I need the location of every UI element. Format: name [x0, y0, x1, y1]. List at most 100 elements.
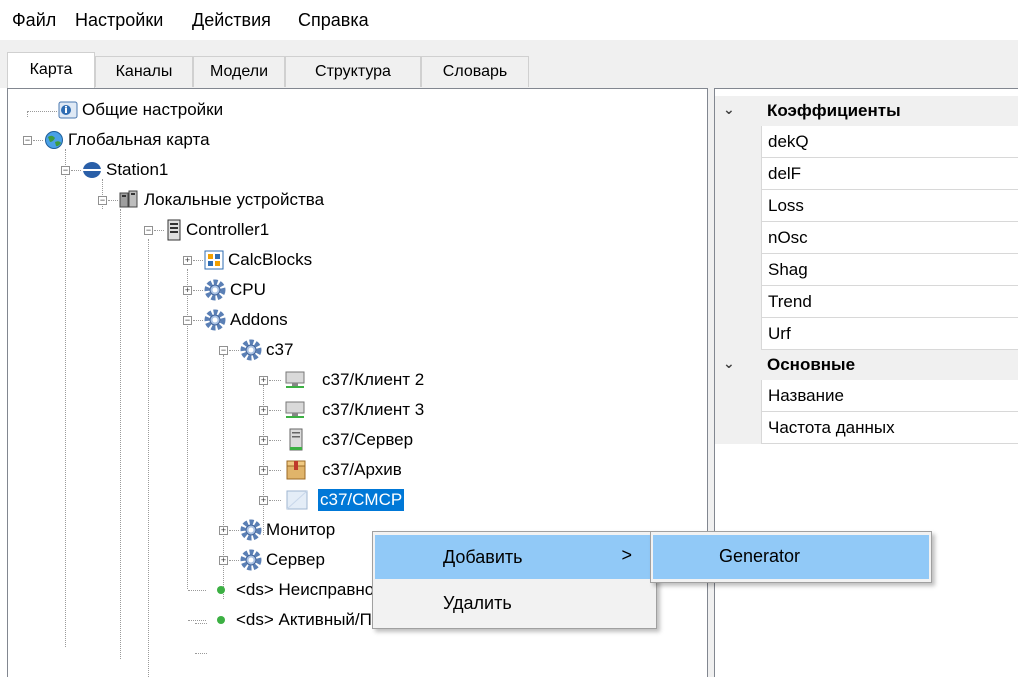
property-row[interactable]: Название	[715, 380, 1018, 412]
tree-connector	[269, 380, 281, 381]
category-label: Основные	[767, 355, 856, 374]
property-grid[interactable]: ⌄ Коэффициенты dekQ delF Loss nOsc Shag …	[714, 88, 1018, 677]
menu-item-add[interactable]: Добавить >	[375, 535, 654, 579]
tree-item[interactable]: − Addons	[8, 305, 698, 335]
tree-item-label: c37/Клиент 3	[322, 400, 425, 419]
chevron-down-icon[interactable]: ⌄	[723, 355, 735, 372]
expand-icon[interactable]: +	[259, 436, 268, 445]
collapse-icon[interactable]: −	[144, 226, 153, 235]
gear-icon	[204, 309, 226, 331]
expand-icon[interactable]: +	[259, 376, 268, 385]
menu-actions[interactable]: Действия	[192, 10, 271, 31]
tree-connector	[193, 320, 203, 321]
property-name: Частота данных	[761, 412, 1018, 444]
calcblocks-icon	[204, 250, 224, 270]
green-dot-icon	[217, 616, 225, 624]
station-icon	[82, 162, 102, 178]
category-coefficients[interactable]: ⌄ Коэффициенты	[715, 96, 1018, 126]
property-name: Trend	[761, 286, 1018, 318]
menu-bar: Файл Настройки Действия Справка	[0, 0, 1018, 40]
expand-icon[interactable]: +	[183, 256, 192, 265]
submenu-arrow-icon: >	[621, 545, 632, 565]
menu-item-label: Удалить	[443, 593, 512, 613]
chevron-down-icon[interactable]: ⌄	[723, 101, 735, 118]
expand-icon[interactable]: +	[259, 406, 268, 415]
gear-icon	[240, 519, 262, 541]
property-row[interactable]: delF	[715, 158, 1018, 190]
property-name: Urf	[761, 318, 1018, 350]
collapse-icon[interactable]: −	[61, 166, 70, 175]
expand-icon[interactable]: +	[259, 496, 268, 505]
tree-connector	[229, 560, 239, 561]
menu-file[interactable]: Файл	[12, 10, 56, 31]
menu-settings[interactable]: Настройки	[75, 10, 163, 31]
client-icon	[285, 371, 305, 388]
menu-help[interactable]: Справка	[298, 10, 369, 31]
tree-item[interactable]: − Глобальная карта	[8, 125, 698, 155]
collapse-icon[interactable]: −	[23, 136, 32, 145]
tab-dictionary[interactable]: Словарь	[421, 56, 529, 87]
tree-item[interactable]: + c37/Архив	[8, 455, 698, 485]
tree-item-label: Controller1	[186, 220, 270, 239]
property-name: nOsc	[761, 222, 1018, 254]
property-row[interactable]: Trend	[715, 286, 1018, 318]
tree-item-label: CPU	[230, 280, 266, 299]
tab-models[interactable]: Модели	[193, 56, 285, 87]
module-icon	[286, 490, 308, 510]
tree-connector	[195, 653, 207, 654]
tree-item[interactable]: Общие настройки	[8, 95, 698, 125]
tree-connector	[108, 200, 118, 201]
expand-icon[interactable]: +	[219, 556, 228, 565]
property-row[interactable]: nOsc	[715, 222, 1018, 254]
category-main[interactable]: ⌄ Основные	[715, 350, 1018, 380]
property-name: Loss	[761, 190, 1018, 222]
collapse-icon[interactable]: −	[219, 346, 228, 355]
tree-connector	[229, 350, 239, 351]
tab-structure[interactable]: Структура	[285, 56, 421, 87]
tree-item[interactable]: + CPU	[8, 275, 698, 305]
tree-item-label: Station1	[106, 160, 169, 179]
menu-item-generator[interactable]: Generator	[653, 535, 929, 579]
tree-item[interactable]: + c37/Клиент 3	[8, 395, 698, 425]
property-row[interactable]: Urf	[715, 318, 1018, 350]
tree-connector	[193, 260, 203, 261]
property-row[interactable]: Loss	[715, 190, 1018, 222]
client-icon	[285, 401, 305, 418]
tab-map[interactable]: Карта	[7, 52, 95, 89]
tree-item-label: c37/CMCP	[318, 489, 405, 511]
tree-item-label: Общие настройки	[82, 100, 224, 119]
property-row[interactable]: Частота данных	[715, 412, 1018, 444]
controller-icon	[167, 219, 181, 241]
tree-item[interactable]: + CalcBlocks	[8, 245, 698, 275]
devices-icon	[119, 190, 138, 208]
tree-connector	[269, 410, 281, 411]
tree-item-label: c37/Сервер	[322, 430, 414, 449]
globe-icon	[45, 131, 63, 149]
tree-connector	[33, 140, 43, 141]
tree-item[interactable]: − Station1	[8, 155, 698, 185]
tree-item-label: Сервер	[266, 550, 325, 569]
expand-icon[interactable]: +	[219, 526, 228, 535]
tree-item[interactable]: + c37/Клиент 2	[8, 365, 698, 395]
tree-item[interactable]: − c37	[8, 335, 698, 365]
tree-item[interactable]: − Controller1	[8, 215, 698, 245]
tree-item[interactable]: + c37/Сервер	[8, 425, 698, 455]
collapse-icon[interactable]: −	[183, 316, 192, 325]
expand-icon[interactable]: +	[259, 466, 268, 475]
tree-item-label: c37	[266, 340, 294, 359]
expand-icon[interactable]: +	[183, 286, 192, 295]
tree-connector	[188, 590, 206, 591]
tree-item-label: Addons	[230, 310, 288, 329]
tree-item[interactable]: − Локальные устройства	[8, 185, 698, 215]
green-dot-icon	[217, 586, 225, 594]
menu-item-delete[interactable]: Удалить	[375, 581, 654, 625]
tree-item-label: Локальные устройства	[144, 190, 325, 209]
collapse-icon[interactable]: −	[98, 196, 107, 205]
tree-item[interactable]: + c37/CMCP	[8, 485, 698, 515]
gear-icon	[204, 279, 226, 301]
property-name: Название	[761, 380, 1018, 412]
property-row[interactable]: Shag	[715, 254, 1018, 286]
tab-channels[interactable]: Каналы	[95, 56, 193, 87]
property-row[interactable]: dekQ	[715, 126, 1018, 158]
menu-item-label: Generator	[719, 546, 801, 566]
